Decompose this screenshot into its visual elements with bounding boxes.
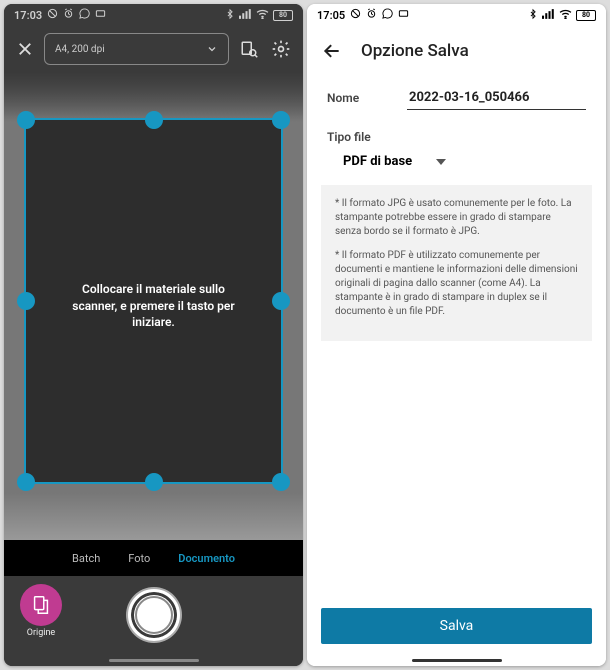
origin-label: Origine: [20, 628, 62, 638]
close-icon[interactable]: [14, 38, 36, 60]
preview-icon[interactable]: [237, 37, 261, 61]
scan-bottom-bar: Origine: [4, 576, 303, 654]
format-info-box: * Il formato JPG è usato comunemente per…: [321, 185, 592, 341]
signal-icon: [542, 9, 555, 22]
card-icon: [95, 8, 106, 22]
crop-handle[interactable]: [17, 473, 35, 491]
crop-handle[interactable]: [17, 292, 35, 310]
footer: Salva: [307, 600, 606, 654]
battery-indicator: 80: [576, 10, 596, 21]
crop-handle[interactable]: [272, 111, 290, 129]
dnd-icon: [350, 8, 361, 22]
chevron-down-icon: [206, 43, 218, 55]
bluetooth-icon: [225, 8, 235, 23]
chevron-down-icon: [436, 159, 446, 165]
name-label: Nome: [327, 91, 407, 105]
crop-handle[interactable]: [145, 111, 163, 129]
scanner-screen: 17:03 80: [4, 4, 303, 666]
status-time: 17:03: [14, 9, 42, 22]
tab-document[interactable]: Documento: [178, 552, 235, 565]
shutter-button[interactable]: [128, 589, 180, 641]
android-navbar: [4, 654, 303, 666]
whatsapp-icon: [382, 8, 393, 22]
wifi-icon: [559, 9, 572, 22]
scan-preset-dropdown[interactable]: A4, 200 dpi: [44, 33, 229, 65]
origin-button[interactable]: Origine: [20, 584, 62, 638]
scanner-toolbar: A4, 200 dpi: [4, 26, 303, 72]
save-header: Opzione Salva: [307, 26, 606, 76]
crop-handle[interactable]: [145, 473, 163, 491]
name-field[interactable]: 2022-03-16_050466: [407, 86, 586, 110]
save-options-screen: 17:05 80: [307, 4, 606, 666]
filename-row: Nome 2022-03-16_050466: [307, 76, 606, 116]
filetype-select[interactable]: PDF di base: [307, 150, 606, 179]
tab-photo[interactable]: Foto: [128, 552, 150, 565]
wifi-icon: [256, 9, 269, 22]
crop-handle[interactable]: [272, 292, 290, 310]
bluetooth-icon: [528, 8, 538, 23]
alarm-icon: [63, 8, 74, 22]
crop-handle[interactable]: [17, 111, 35, 129]
android-navbar: [307, 654, 606, 666]
status-bar: 17:05 80: [307, 4, 606, 26]
back-arrow-icon[interactable]: [321, 40, 343, 62]
scan-instruction: Collocare il materiale sullo scanner, e …: [64, 281, 244, 331]
alarm-icon: [366, 8, 377, 22]
status-bar: 17:03 80: [4, 4, 303, 26]
info-pdf: * Il formato PDF è utilizzato comunement…: [335, 249, 578, 319]
crop-handle[interactable]: [272, 473, 290, 491]
gear-icon[interactable]: [269, 37, 293, 61]
signal-icon: [239, 9, 252, 22]
save-button[interactable]: Salva: [321, 608, 592, 644]
scanner-icon: [30, 594, 52, 616]
page-title: Opzione Salva: [361, 41, 469, 61]
filetype-label: Tipo file: [307, 116, 606, 150]
dnd-icon: [47, 8, 58, 22]
status-time: 17:05: [317, 9, 345, 22]
tab-batch[interactable]: Batch: [72, 552, 100, 565]
battery-indicator: 80: [273, 10, 293, 21]
scan-preset-label: A4, 200 dpi: [55, 44, 105, 55]
info-jpg: * Il formato JPG è usato comunemente per…: [335, 197, 578, 239]
card-icon: [398, 8, 409, 22]
filetype-value: PDF di base: [343, 154, 412, 169]
scan-mode-tabs: Batch Foto Documento: [4, 540, 303, 576]
scan-viewport: Collocare il materiale sullo scanner, e …: [4, 72, 303, 540]
whatsapp-icon: [79, 8, 90, 22]
